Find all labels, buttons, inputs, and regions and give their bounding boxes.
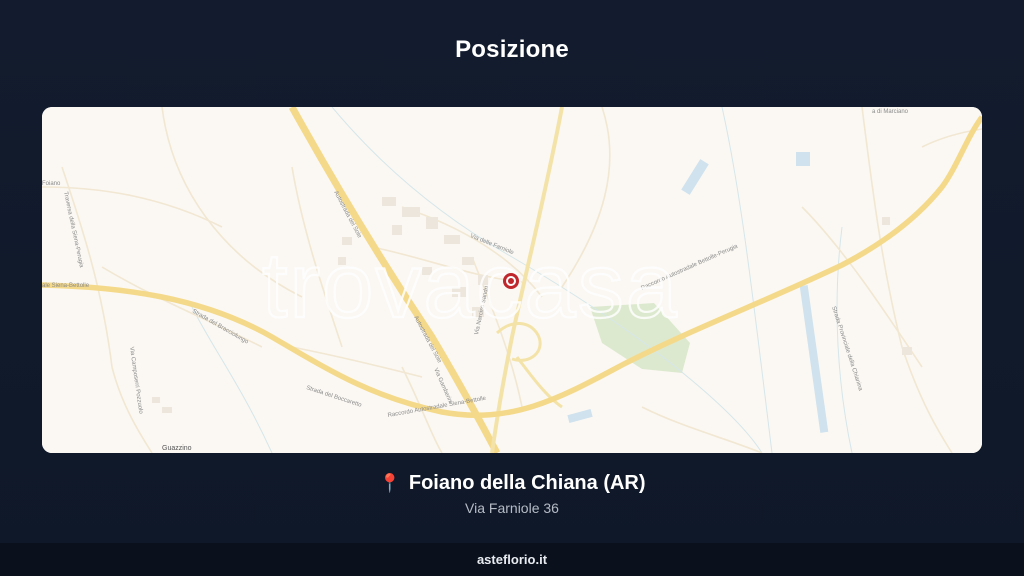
location-heading: 📍 Foiano della Chiana (AR) <box>0 472 1024 495</box>
map-watermark: trovacasa <box>262 235 679 337</box>
road-label: ale Siena-Bettolle <box>42 283 90 289</box>
footer-site[interactable]: asteflorio.it <box>477 552 547 567</box>
place-label-foiano: Foiano <box>42 181 61 187</box>
location-address: Via Farniole 36 <box>465 500 559 516</box>
location-pin-icon[interactable] <box>503 273 519 289</box>
place-label-guazzino: Guazzino <box>162 445 192 452</box>
location-city: Foiano della Chiana (AR) <box>408 472 646 494</box>
page-title: Posizione <box>455 36 569 63</box>
round-pushpin-icon: 📍 <box>378 473 401 493</box>
footer: asteflorio.it <box>0 543 1024 576</box>
map-view[interactable]: Autostrada del Sole Autostrada del Sole … <box>42 107 982 453</box>
place-label-marciano: a di Marciano <box>872 109 909 115</box>
